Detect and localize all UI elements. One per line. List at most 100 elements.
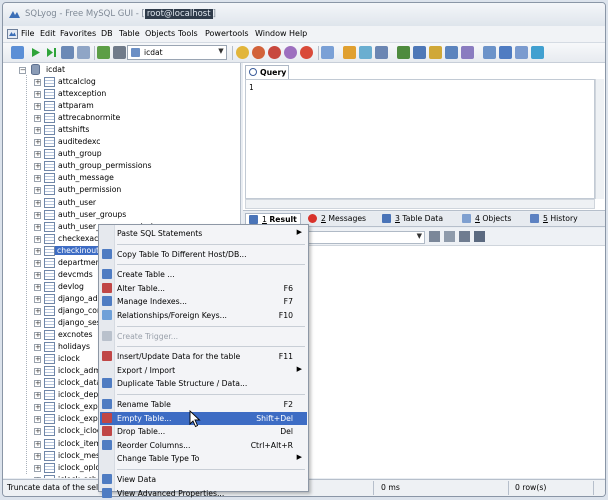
tree-table-node[interactable]: + auth_message (3, 172, 240, 184)
expand-icon[interactable]: + (34, 223, 41, 231)
collapse-icon[interactable]: − (19, 67, 26, 74)
expand-icon[interactable]: + (34, 320, 41, 327)
expand-icon[interactable]: + (34, 139, 41, 147)
expand-icon[interactable]: + (34, 295, 41, 303)
new-connection-icon[interactable] (11, 46, 24, 59)
expand-icon[interactable]: + (34, 211, 41, 219)
tree-table-node[interactable]: + auth_group (3, 148, 240, 160)
expand-icon[interactable]: + (34, 416, 41, 424)
create-schema-icon[interactable] (236, 46, 249, 59)
arrange-icon[interactable] (531, 46, 544, 59)
menu-item-alter-table[interactable]: Alter Table... F6 (100, 282, 307, 295)
menu-item-manage-indexes[interactable]: Manage Indexes... F7 (100, 295, 307, 308)
backup-icon[interactable] (284, 46, 297, 59)
menu-item-paste-sql-statements[interactable]: Paste SQL Statements ▶ (100, 227, 307, 240)
expand-icon[interactable]: + (34, 259, 41, 267)
expand-icon[interactable]: + (34, 452, 41, 460)
expand-icon[interactable]: + (34, 283, 41, 291)
expand-icon[interactable]: + (34, 91, 41, 99)
vertical-scrollbar[interactable] (595, 79, 604, 199)
menu-db[interactable]: DB (101, 29, 113, 38)
tree-table-node[interactable]: + auth_user (3, 197, 240, 209)
menu-powertools[interactable]: Powertools (205, 29, 249, 38)
expand-icon[interactable]: + (34, 404, 41, 412)
execute-query-icon[interactable] (29, 46, 42, 59)
grid-view-icon[interactable] (474, 231, 485, 242)
sql-scheduler-icon[interactable] (461, 46, 474, 59)
expand-icon[interactable]: + (34, 332, 41, 340)
chevron-down-icon[interactable]: ▼ (216, 47, 226, 58)
expand-icon[interactable]: + (34, 476, 41, 478)
menu-item-drop-table[interactable]: Drop Table... Del (100, 425, 307, 438)
menu-item-copy-table-to-different-host-db[interactable]: Copy Table To Different Host/DB... (100, 248, 307, 261)
restore-icon[interactable] (300, 46, 313, 59)
expand-icon[interactable]: + (34, 440, 41, 448)
import-icon[interactable] (397, 46, 410, 59)
menu-edit[interactable]: Edit (40, 29, 56, 38)
query-tab[interactable]: Query (245, 65, 289, 79)
menu-table[interactable]: Table (119, 29, 140, 38)
menu-item-insert-update-data-for-the-table[interactable]: Insert/Update Data for the table F11 (100, 350, 307, 363)
tab-table-data[interactable]: 3 Table Data (379, 213, 451, 226)
menu-item-reorder-columns[interactable]: Reorder Columns... Ctrl+Alt+R (100, 439, 307, 452)
menu-window[interactable]: Window (255, 29, 287, 38)
database-icon[interactable] (113, 46, 126, 59)
menu-item-view-data[interactable]: View Data (100, 473, 307, 486)
expand-icon[interactable]: + (34, 187, 41, 195)
tree-table-node[interactable]: + attcalclog (3, 76, 240, 88)
save-grid-icon[interactable] (429, 231, 440, 242)
menu-item-create-table[interactable]: Create Table ... (100, 268, 307, 281)
expand-icon[interactable]: + (34, 464, 41, 472)
tree-table-node[interactable]: + attshifts (3, 124, 240, 136)
menu-item-export-import[interactable]: Export / Import ▶ (100, 364, 307, 377)
tree-table-node[interactable]: + attexception (3, 88, 240, 100)
refresh-icon[interactable] (97, 46, 110, 59)
tab-objects[interactable]: 4 Objects (459, 213, 521, 226)
menu-file[interactable]: File (21, 29, 34, 38)
expand-icon[interactable]: + (34, 428, 41, 436)
stop-query-icon[interactable] (77, 46, 90, 59)
tab-history[interactable]: 5 History (527, 213, 591, 226)
expand-icon[interactable]: + (34, 103, 41, 111)
cascade-icon[interactable] (515, 46, 528, 59)
tab-messages[interactable]: 2 Messages (305, 213, 375, 226)
menu-item-relationships-foreign-keys[interactable]: Relationships/Foreign Keys... F10 (100, 309, 307, 322)
query-editor[interactable]: 1 (245, 79, 595, 199)
expand-icon[interactable]: + (34, 356, 41, 364)
expand-icon[interactable]: + (34, 392, 41, 400)
notification-icon[interactable] (343, 46, 356, 59)
expand-icon[interactable]: + (34, 127, 41, 135)
schema-designer-icon[interactable] (359, 46, 372, 59)
tree-table-node[interactable]: + attrecabnormite (3, 112, 240, 124)
menu-favorites[interactable]: Favorites (60, 29, 96, 38)
expand-icon[interactable]: + (34, 247, 41, 255)
menu-help[interactable]: Help (289, 29, 307, 38)
menu-item-duplicate-table-structure-data[interactable]: Duplicate Table Structure / Data... (100, 377, 307, 390)
expand-icon[interactable]: + (34, 368, 41, 376)
export-grid-icon[interactable] (459, 231, 470, 242)
expand-icon[interactable]: + (34, 307, 41, 315)
execute-edit-icon[interactable] (61, 46, 74, 59)
tree-database-node[interactable]: − icdat (3, 64, 240, 76)
tree-table-node[interactable]: + auth_permission (3, 184, 240, 196)
menu-item-rename-table[interactable]: Rename Table F2 (100, 398, 307, 411)
app-menu-icon[interactable] (7, 29, 18, 39)
expand-icon[interactable]: + (34, 163, 41, 171)
tree-table-node[interactable]: + attparam (3, 100, 240, 112)
table-diagnostics-icon[interactable] (429, 46, 442, 59)
expand-icon[interactable]: + (34, 79, 41, 86)
database-selector[interactable]: icdat ▼ (127, 45, 227, 60)
tree-table-node[interactable]: + auditedexc (3, 136, 240, 148)
menu-item-empty-table[interactable]: Empty Table... Shift+Del (100, 411, 307, 425)
chevron-down-icon[interactable]: ▼ (417, 232, 422, 240)
expand-icon[interactable]: + (34, 151, 41, 159)
expand-icon[interactable]: + (34, 271, 41, 279)
expand-icon[interactable]: + (34, 380, 41, 388)
expand-icon[interactable]: + (34, 235, 41, 243)
tree-table-node[interactable]: + auth_group_permissions (3, 160, 240, 172)
data-sync-icon[interactable] (268, 46, 281, 59)
tree-table-node[interactable]: + auth_user_groups (3, 209, 240, 221)
user-manager-icon[interactable] (445, 46, 458, 59)
execute-all-icon[interactable] (45, 46, 58, 59)
expand-icon[interactable]: + (34, 115, 41, 123)
